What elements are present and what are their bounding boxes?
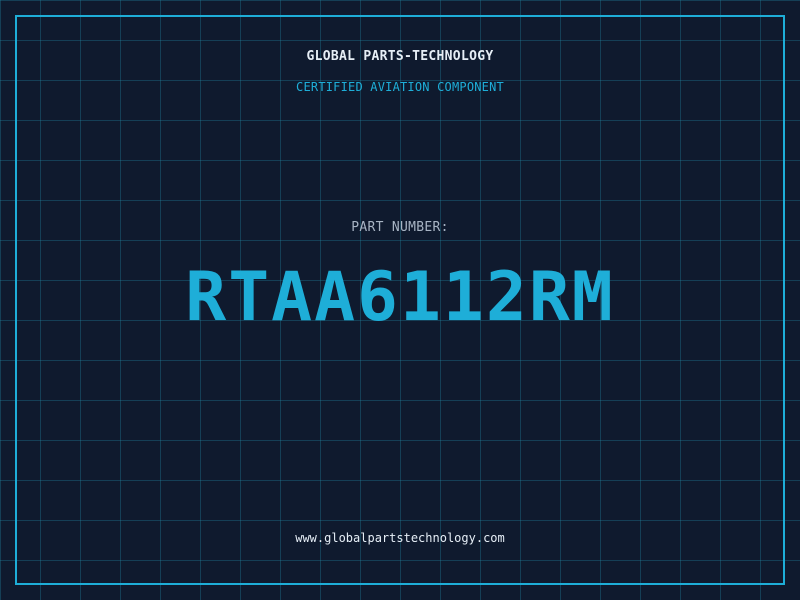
part-number-value: RTAA6112RM bbox=[185, 258, 615, 337]
part-number-label: PART NUMBER: bbox=[351, 220, 449, 235]
brand-title: GLOBAL PARTS-TECHNOLOGY bbox=[306, 49, 494, 64]
certification-subtitle: CERTIFIED AVIATION COMPONENT bbox=[296, 80, 504, 94]
website-url: www.globalpartstechnology.com bbox=[295, 531, 505, 545]
